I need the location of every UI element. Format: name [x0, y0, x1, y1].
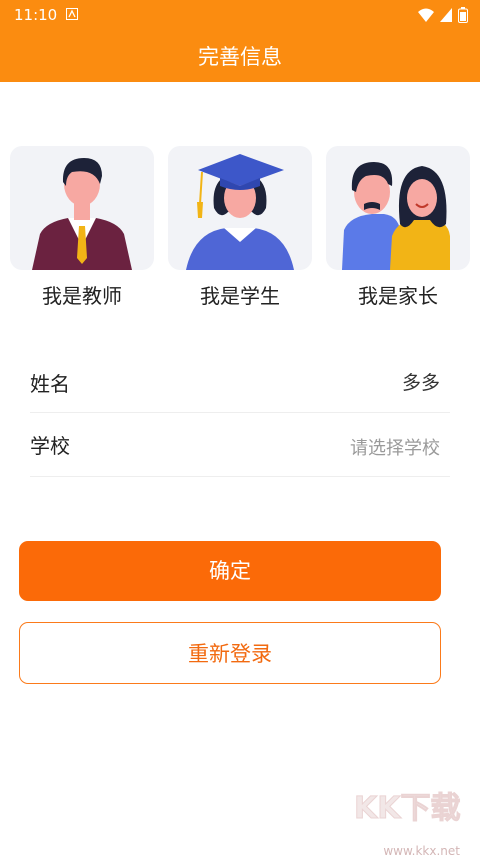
status-icons	[418, 7, 468, 23]
role-label-parent: 我是家长	[358, 284, 438, 308]
role-card-student[interactable]	[168, 146, 312, 270]
relogin-button[interactable]: 重新登录	[19, 622, 441, 684]
notification-icon	[66, 8, 78, 20]
watermark-url: www.kkx.net	[383, 844, 460, 858]
parent-avatar-icon	[342, 162, 450, 270]
title-bar: 完善信息	[0, 30, 480, 82]
school-select[interactable]: 请选择学校	[350, 434, 440, 460]
confirm-button[interactable]: 确定	[19, 541, 441, 601]
name-row[interactable]: 姓名 多多	[30, 348, 450, 412]
role-label-student: 我是学生	[200, 284, 280, 308]
school-row[interactable]: 学校 请选择学校	[30, 412, 450, 476]
battery-icon	[458, 7, 468, 23]
name-label: 姓名	[30, 372, 70, 396]
teacher-avatar-icon	[32, 158, 132, 270]
page-title: 完善信息	[198, 45, 282, 69]
role-card-parent[interactable]	[326, 146, 470, 270]
name-value[interactable]: 多多	[402, 368, 440, 395]
role-card-teacher[interactable]	[10, 146, 154, 270]
role-label-teacher: 我是教师	[42, 284, 122, 308]
divider	[30, 476, 450, 477]
status-bar: 11:10	[0, 0, 480, 30]
status-time: 11:10	[14, 6, 58, 24]
svg-text:KK下载: KK下载	[354, 791, 461, 826]
school-label: 学校	[30, 434, 70, 458]
wifi-icon	[418, 8, 434, 22]
watermark-logo: KK下载	[354, 791, 462, 827]
student-avatar-icon	[186, 154, 294, 270]
signal-icon	[440, 8, 452, 22]
